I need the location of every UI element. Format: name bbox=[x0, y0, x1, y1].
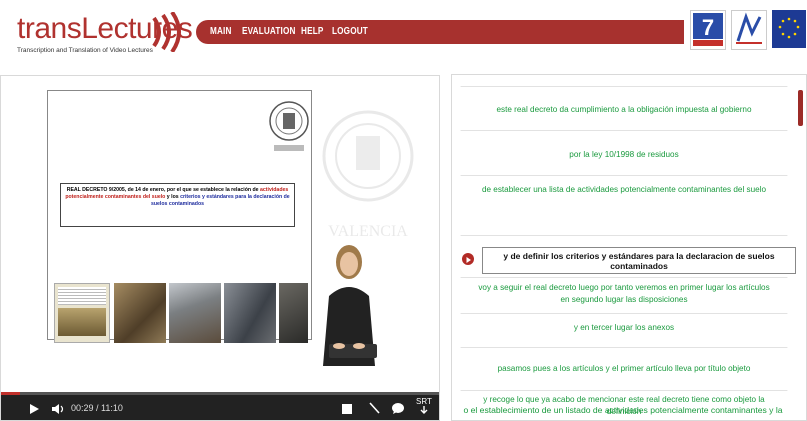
video-player[interactable]: VALENCIA REAL DECRETO 9/2005, de 14 de e… bbox=[0, 75, 440, 421]
decree-blue: criterios y estándares bbox=[180, 194, 234, 200]
transcript-segment[interactable]: de establecer una lista de actividades p… bbox=[460, 176, 788, 236]
time-display: 00:29 / 11:10 bbox=[71, 403, 123, 413]
decree-title: REAL DECRETO 9/2005, de 14 de enero, por… bbox=[60, 183, 295, 227]
soil-photo-2 bbox=[169, 283, 221, 343]
play-icon[interactable] bbox=[28, 403, 40, 415]
segment-text: pasamos pues a los artículos y el primer… bbox=[497, 363, 751, 373]
nav-main[interactable]: MAIN bbox=[210, 25, 232, 37]
segment-text: en segundo lugar las disposiciones bbox=[560, 293, 688, 304]
university-seal-icon bbox=[269, 101, 309, 151]
srt-download-button[interactable]: SRT bbox=[416, 397, 432, 416]
svg-text:7: 7 bbox=[702, 15, 714, 40]
pen-icon[interactable] bbox=[368, 402, 380, 415]
upv-icon bbox=[736, 12, 762, 44]
segment-text: y recoge lo que ya acabo de mencionar es… bbox=[483, 394, 765, 404]
video-controls: 00:29 / 11:10 SRT bbox=[1, 395, 439, 420]
nav-logout[interactable]: LOGOUT bbox=[332, 25, 368, 37]
speech-bubble-icon[interactable] bbox=[391, 402, 405, 415]
soil-photo-1 bbox=[114, 283, 166, 343]
fp7-icon: 7 bbox=[693, 13, 723, 46]
segment-text: de establecer una lista de actividades p… bbox=[481, 184, 767, 194]
upv-logo bbox=[731, 10, 767, 50]
slide-photos bbox=[54, 283, 308, 343]
soil-photo-3 bbox=[224, 283, 276, 343]
segment-text: este real decreto da cumplimiento a la o… bbox=[496, 104, 752, 114]
transcript-segment[interactable]: este real decreto da cumplimiento a la o… bbox=[460, 87, 788, 131]
segment-text: o el establecimiento de un listado de ac… bbox=[463, 405, 783, 415]
transcript-scrollbar[interactable] bbox=[798, 90, 803, 126]
download-arrow-icon bbox=[420, 406, 428, 414]
transcript-segment[interactable]: por la ley 10/1998 de residuos bbox=[460, 131, 788, 176]
segment-text: voy a seguir el real decreto luego por t… bbox=[478, 282, 770, 292]
srt-label: SRT bbox=[416, 397, 432, 406]
segment-text: y en tercer lugar los anexos bbox=[573, 322, 675, 332]
lecture-slide: REAL DECRETO 9/2005, de 14 de enero, por… bbox=[47, 90, 312, 343]
transcript-segment[interactable]: voy a seguir el real decreto luego por t… bbox=[460, 278, 788, 314]
soil-photo-4 bbox=[279, 283, 308, 343]
nav-evaluation[interactable]: EVALUATION bbox=[242, 25, 296, 37]
segment-text: por la ley 10/1998 de residuos bbox=[569, 149, 679, 159]
eu-stars-icon bbox=[778, 17, 800, 39]
volume-icon[interactable] bbox=[51, 403, 67, 415]
clapperboard-icon[interactable] bbox=[341, 402, 353, 415]
transcript-segment[interactable]: pasamos pues a los artículos y el primer… bbox=[460, 348, 788, 391]
transcript-segment-top bbox=[460, 75, 788, 87]
nav-help[interactable]: HELP bbox=[301, 25, 323, 37]
presenter-video bbox=[323, 245, 377, 366]
transcript-panel[interactable]: este real decreto da cumplimiento a la o… bbox=[451, 74, 807, 421]
header: transLectures Transcription and Translat… bbox=[0, 0, 807, 66]
transcript-segment-active bbox=[460, 236, 788, 278]
slide-document-image bbox=[54, 283, 110, 343]
transcript-segment[interactable]: o el establecimiento de un listado de ac… bbox=[451, 405, 795, 415]
transcript-segment[interactable]: y en tercer lugar los anexos bbox=[460, 314, 788, 348]
eu-flag bbox=[772, 10, 806, 48]
logo-arcs-icon bbox=[152, 12, 181, 52]
decree-mid: y los bbox=[165, 194, 181, 200]
main-navbar: MAIN EVALUATION HELP LOGOUT bbox=[196, 20, 684, 44]
fp7-logo: 7 bbox=[690, 10, 726, 50]
decree-prefix: REAL DECRETO 9/2005, de 14 de enero, por… bbox=[66, 187, 259, 193]
